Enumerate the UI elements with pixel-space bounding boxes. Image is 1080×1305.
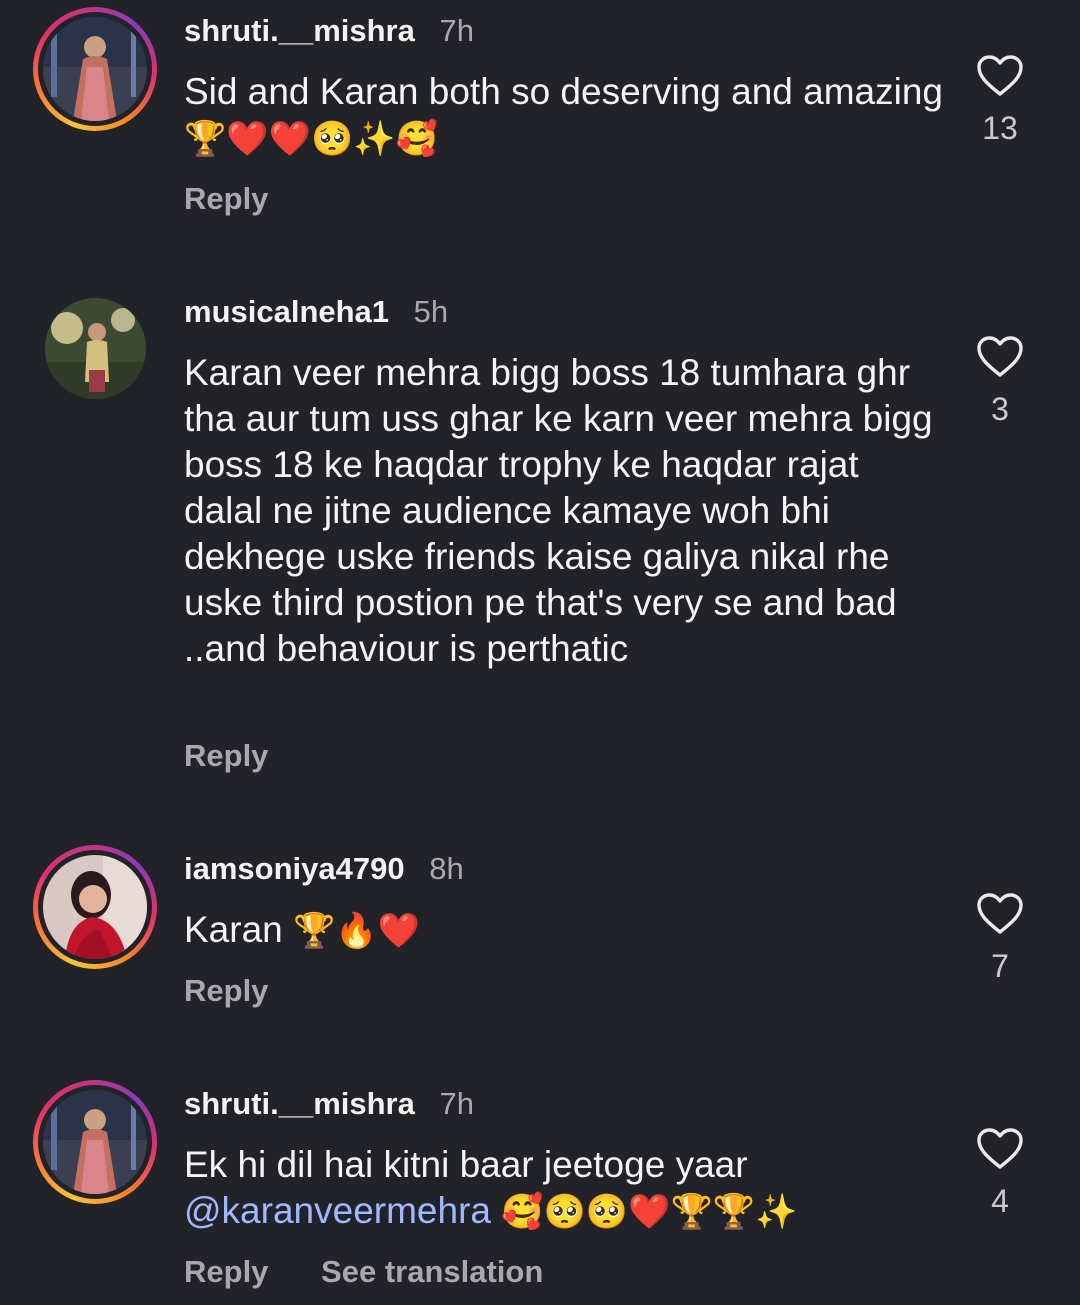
comment-username[interactable]: shruti.__mishra [184, 1086, 415, 1121]
reply-button[interactable]: Reply [184, 1254, 268, 1289]
mention-link[interactable]: @karanveermehra [184, 1190, 491, 1231]
see-translation-button[interactable]: See translation [321, 1254, 543, 1289]
comment-text: Sid and Karan both so deserving and amaz… [184, 71, 944, 159]
like-count: 4 [991, 1183, 1009, 1219]
comment-emojis: 🏆❤️❤️🥺✨🥰 [184, 119, 439, 159]
avatar [43, 1090, 147, 1194]
like-button[interactable]: 4 [970, 1127, 1030, 1219]
comment-emojis: 🏆🔥❤️ [293, 911, 421, 951]
reply-button[interactable]: Reply [184, 973, 268, 1008]
reply-button[interactable]: Reply [184, 738, 268, 773]
avatar[interactable] [45, 298, 146, 399]
like-count: 3 [991, 391, 1009, 427]
avatar-story-ring[interactable] [33, 7, 157, 131]
avatar-story-ring[interactable] [33, 845, 157, 969]
comment-username[interactable]: shruti.__mishra [184, 13, 415, 48]
heart-icon [977, 55, 1023, 96]
comment-emojis: 🥰🥺🥺❤️🏆🏆✨ [501, 1192, 798, 1232]
comment-time: 5h [413, 294, 449, 329]
reply-button[interactable]: Reply [184, 181, 268, 216]
comment-time: 7h [439, 1086, 474, 1121]
comment-username[interactable]: musicalneha1 [184, 294, 389, 329]
comment-time: 7h [439, 13, 474, 48]
like-count: 7 [991, 948, 1009, 984]
comment-text: Karan 🏆🔥❤️ [184, 909, 421, 951]
heart-icon [977, 336, 1023, 377]
heart-icon [977, 893, 1023, 934]
comment-text: Ek hi dil hai kitni baar jeetoge yaar @k… [184, 1144, 798, 1232]
like-button[interactable]: 3 [970, 335, 1030, 427]
like-button[interactable]: 13 [970, 54, 1030, 146]
avatar [43, 855, 147, 959]
like-button[interactable]: 7 [970, 892, 1030, 984]
comment-time: 8h [429, 851, 464, 886]
avatar-story-ring[interactable] [33, 1080, 157, 1204]
avatar [43, 17, 147, 121]
comment-text: Karan veer mehra bigg boss 18 tumhara gh… [184, 352, 933, 669]
heart-icon [977, 1128, 1023, 1169]
like-count: 13 [982, 110, 1018, 146]
comment-username[interactable]: iamsoniya4790 [184, 851, 405, 886]
